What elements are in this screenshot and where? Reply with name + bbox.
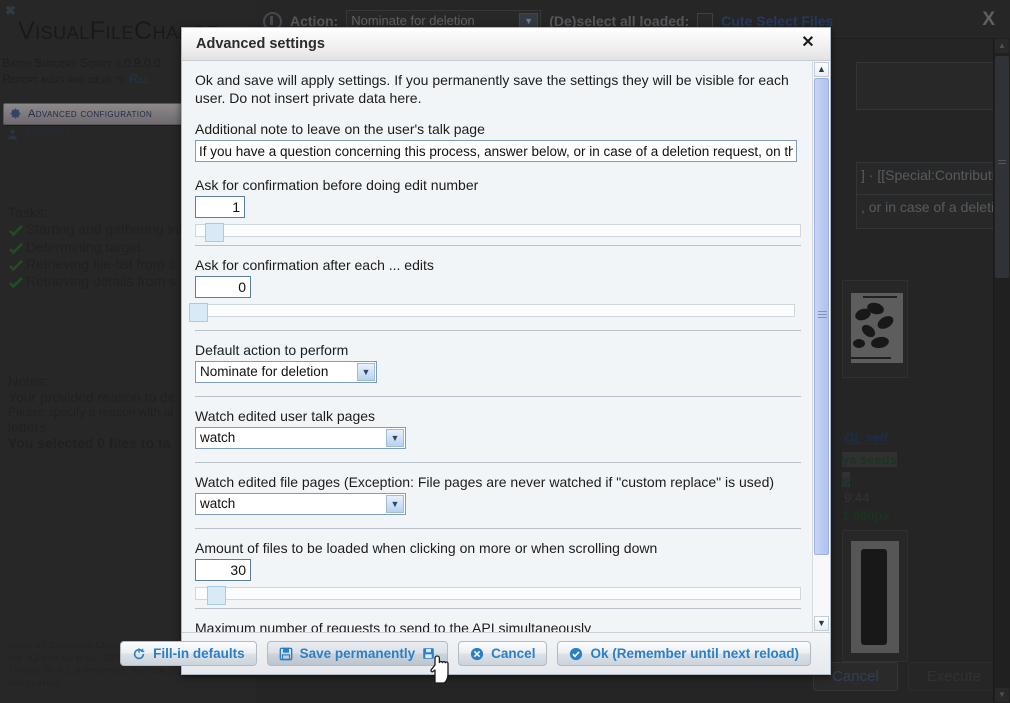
divider [195,396,801,397]
field-additional-note: Additional note to leave on the user's t… [195,121,799,162]
screen: ✖ VisualFileChange Batch Surgery Script … [0,0,1010,703]
field-label: Amount of files to be loaded when clicki… [195,540,658,556]
field-watch-user-talk: Watch edited user talk pages watch ▼ [195,408,799,454]
confirm-before-edit-slider[interactable] [195,223,801,242]
chevron-down-icon: ▼ [386,429,404,447]
default-action-value: Nominate for deletion [200,364,329,379]
field-label: Maximum number of requests to send to th… [195,620,592,632]
dialog-titlebar: Advanced settings ✕ [182,28,830,61]
dialog-scrollbar-thumb[interactable] [814,78,829,555]
check-circle-icon [569,647,583,661]
fill-in-defaults-label: Fill-in defaults [153,646,245,661]
dialog-body: Ok and save will apply settings. If you … [182,61,830,632]
chevron-down-icon: ▼ [386,495,404,513]
refresh-icon [132,647,146,661]
advanced-settings-dialog: Advanced settings ✕ Ok and save will app… [120,27,831,675]
amount-of-files-input[interactable] [195,559,251,581]
amount-of-files-slider[interactable] [195,586,801,605]
ok-button[interactable]: Ok (Remember until next reload) [557,641,811,666]
field-amount-of-files: Amount of files to be loaded when clicki… [195,540,801,605]
dialog-footer: Fill-in defaults Save permanently Cancel [120,632,830,674]
field-max-requests: Maximum number of requests to send to th… [195,620,799,632]
divider [195,462,801,463]
field-label: Ask for confirmation after each ... edit… [195,257,434,273]
cancel-button[interactable]: Cancel [458,641,548,666]
scroll-down-icon[interactable]: ▼ [814,616,829,631]
scroll-up-icon[interactable]: ▲ [814,62,829,77]
confirm-before-edit-input[interactable] [195,196,245,218]
field-label: Default action to perform [195,342,349,358]
field-label: Watch edited user talk pages [195,408,376,424]
slider-handle[interactable] [207,586,226,605]
dialog-scrollbar[interactable]: ▲ ▼ [812,61,830,632]
watch-user-talk-select[interactable]: watch ▼ [195,427,406,449]
additional-note-input[interactable] [195,140,797,162]
watch-file-pages-value: watch [200,496,236,511]
watch-file-pages-select[interactable]: watch ▼ [195,493,406,515]
close-icon[interactable]: ✕ [799,33,817,53]
divider [195,330,801,331]
field-confirm-after-edits: Ask for confirmation after each ... edit… [189,257,799,322]
field-label: Ask for confirmation before doing edit n… [195,177,479,193]
save-permanently-button[interactable]: Save permanently [266,641,449,666]
save-permanently-label: Save permanently [299,646,416,661]
ok-label: Ok (Remember until next reload) [590,646,799,661]
confirm-after-edits-input[interactable] [195,276,251,298]
field-confirm-before-edit: Ask for confirmation before doing edit n… [195,177,801,242]
field-watch-file-pages: Watch edited file pages (Exception: File… [195,474,799,520]
cancel-circle-icon [470,647,484,661]
divider [195,608,801,609]
cancel-label: Cancel [491,646,536,661]
field-label: Watch edited file pages (Exception: File… [195,474,775,490]
confirm-after-edits-slider[interactable] [189,303,795,322]
mouse-cursor [429,654,451,689]
default-action-select[interactable]: Nominate for deletion ▼ [195,361,377,383]
slider-handle[interactable] [189,303,208,322]
dialog-title: Advanced settings [196,36,325,52]
watch-user-talk-value: watch [200,430,236,445]
disk-icon [279,647,293,661]
fill-in-defaults-button[interactable]: Fill-in defaults [120,641,257,666]
chevron-down-icon: ▼ [357,363,375,381]
field-default-action: Default action to perform Nominate for d… [195,342,799,388]
dialog-intro-text: Ok and save will apply settings. If you … [195,72,789,106]
divider [195,528,801,529]
slider-handle[interactable] [205,223,224,242]
dialog-scroll-content: Ok and save will apply settings. If you … [182,61,812,632]
field-label: Additional note to leave on the user's t… [195,121,485,137]
divider [195,245,801,246]
